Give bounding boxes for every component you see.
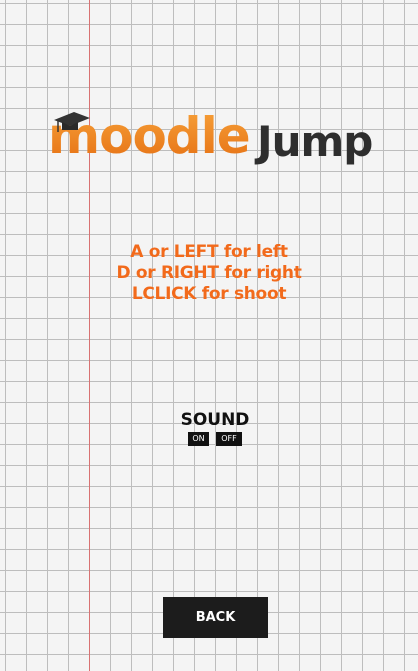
sound-toggle-group: ON OFF [188,432,242,446]
notebook-margin-line [89,0,90,671]
sound-on-button[interactable]: ON [188,432,209,446]
game-logo: moodle Jump [48,106,388,170]
controls-instructions: A or LEFT for left D or RIGHT for right … [0,242,418,305]
instruction-left: A or LEFT for left [130,242,288,262]
sound-title: SOUND [180,410,250,430]
graduation-cap-icon [54,112,90,132]
instruction-shoot: LCLICK for shoot [131,284,287,304]
back-button[interactable]: BACK [163,597,268,638]
instruction-right: D or RIGHT for right [116,263,302,283]
logo-jump-text: Jump [257,117,373,166]
sound-off-button[interactable]: OFF [216,432,242,446]
